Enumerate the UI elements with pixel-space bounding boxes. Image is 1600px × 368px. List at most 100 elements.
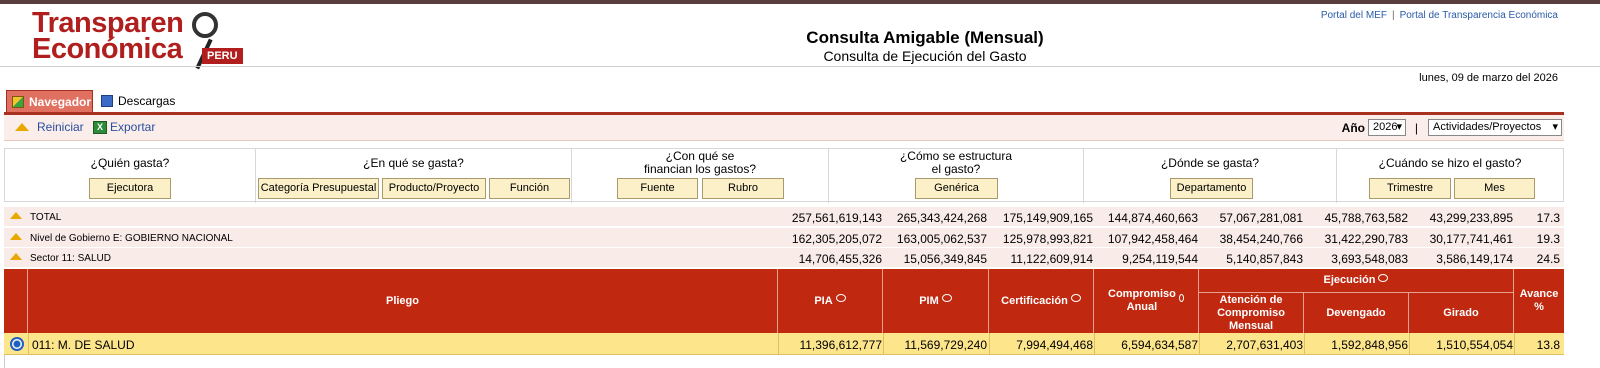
- question-que: ¿En qué se gasta? Categoría Presupuestal…: [256, 149, 572, 203]
- header-devengado[interactable]: Devengado: [1304, 293, 1409, 333]
- tab-descargas[interactable]: Descargas: [96, 90, 186, 112]
- row-cell: 2,707,631,403: [1226, 338, 1303, 352]
- header-ejecucion: Ejecución: [1199, 269, 1514, 293]
- monitor-icon: [101, 95, 113, 107]
- header-pia[interactable]: PIA: [778, 269, 883, 333]
- question-financian: ¿Con qué se financian los gastos? Fuente…: [572, 149, 829, 203]
- summary-row-label: Nivel de Gobierno E: GOBIERNO NACIONAL: [30, 233, 233, 244]
- portal-mef-link[interactable]: Portal del MEF: [1321, 10, 1387, 21]
- summary-cell: 257,561,619,143: [791, 211, 882, 225]
- summary-cell: 30,177,741,461: [1429, 232, 1513, 246]
- summary-cell: 11,122,609,914: [1010, 252, 1093, 266]
- generica-button[interactable]: Genérica: [915, 178, 998, 199]
- funcion-button[interactable]: Función: [489, 178, 570, 199]
- summary-cell: 175,149,909,165: [1002, 211, 1093, 225]
- info-bubble-icon[interactable]: [1070, 294, 1081, 302]
- question-que-title: ¿En qué se gasta?: [363, 156, 464, 170]
- question-panel: ¿Quién gasta? Ejecutora ¿En qué se gasta…: [4, 148, 1564, 203]
- summary-row-sector[interactable]: Sector 11: SALUD 14,706,455,326 15,056,3…: [4, 248, 1564, 268]
- current-date: lunes, 09 de marzo del 2026: [1419, 72, 1558, 84]
- reiniciar-link[interactable]: Reiniciar: [37, 120, 84, 134]
- summary-cell: 17.3: [1536, 211, 1560, 225]
- summary-cell: 162,305,205,072: [791, 232, 882, 246]
- header-pim-label: PIM: [919, 294, 939, 307]
- table-row[interactable]: 011: M. DE SALUD 11,396,612,777 11,569,7…: [4, 333, 1564, 355]
- summary-cell: 144,874,460,663: [1107, 211, 1198, 225]
- summary-cell: 57,067,281,081: [1219, 211, 1303, 225]
- header-certificacion[interactable]: Certificación: [989, 269, 1094, 333]
- excel-icon: X: [93, 121, 107, 134]
- collapse-icon[interactable]: [10, 212, 22, 219]
- tab-navegador-label: Navegador: [29, 95, 92, 109]
- info-bubble-icon[interactable]: [941, 294, 952, 302]
- portal-transparencia-link[interactable]: Portal de Transparencia Económica: [1400, 10, 1558, 21]
- header-devengado-label: Devengado: [1326, 306, 1386, 319]
- header-select-col: [4, 269, 28, 333]
- ejecutora-button[interactable]: Ejecutora: [89, 178, 171, 199]
- summary-row-label: Sector 11: SALUD: [30, 253, 111, 264]
- header-girado[interactable]: Girado: [1409, 293, 1514, 333]
- anio-select[interactable]: 2026: [1368, 119, 1406, 136]
- question-donde-title: ¿Dónde se gasta?: [1160, 156, 1260, 170]
- collapse-icon[interactable]: [10, 253, 22, 260]
- header-pim[interactable]: PIM: [883, 269, 989, 333]
- vista-select-value: Actividades/Proyectos: [1433, 121, 1542, 133]
- summary-cell: 38,454,240,766: [1219, 232, 1303, 246]
- row-cell: 1,510,554,054: [1436, 338, 1513, 352]
- summary-cell: 9,254,119,544: [1122, 252, 1198, 266]
- header-avance[interactable]: Avance %: [1514, 269, 1564, 333]
- row-radio-button[interactable]: [10, 337, 24, 351]
- row-pliego-label: 011: M. DE SALUD: [32, 338, 135, 352]
- header-divider: [0, 66, 1600, 67]
- header-compromiso[interactable]: Compromiso Anual: [1094, 269, 1199, 333]
- summary-row-total[interactable]: TOTAL 257,561,619,143 265,343,424,268 17…: [4, 207, 1564, 227]
- rubro-button[interactable]: Rubro: [702, 178, 784, 199]
- row-cell: 7,994,494,468: [1016, 338, 1093, 352]
- mes-button[interactable]: Mes: [1454, 178, 1535, 199]
- summary-row-nivel[interactable]: Nivel de Gobierno E: GOBIERNO NACIONAL 1…: [4, 228, 1564, 248]
- question-cuando: ¿Cuándo se hizo el gasto? Trimestre Mes: [1337, 149, 1563, 203]
- fuente-button[interactable]: Fuente: [617, 178, 698, 199]
- tab-descargas-label: Descargas: [118, 94, 176, 108]
- header-avance-label: Avance %: [1519, 288, 1559, 313]
- question-quien: ¿Quién gasta? Ejecutora: [5, 149, 256, 203]
- trimestre-button[interactable]: Trimestre: [1369, 178, 1451, 199]
- summary-cell: 5,140,857,843: [1226, 252, 1303, 266]
- table-continuation: [4, 355, 1564, 368]
- page-title: Consulta Amigable (Mensual): [806, 28, 1044, 47]
- tab-navegador[interactable]: Navegador: [6, 90, 93, 112]
- header-certificacion-label: Certificación: [1001, 294, 1068, 307]
- page-subtitle: Consulta de Ejecución del Gasto: [823, 48, 1027, 64]
- departamento-button[interactable]: Departamento: [1170, 178, 1253, 199]
- summary-cell: 265,343,424,268: [896, 211, 987, 225]
- question-financian-title: ¿Con qué se financian los gastos?: [643, 149, 757, 176]
- collapse-icon[interactable]: [10, 233, 22, 240]
- producto-proyecto-button[interactable]: Producto/Proyecto: [382, 178, 486, 199]
- anio-select-value: 2026: [1373, 121, 1398, 133]
- summary-cell: 3,586,149,174: [1436, 252, 1513, 266]
- top-links: Portal del MEF | Portal de Transparencia E…: [1321, 10, 1558, 21]
- summary-cell: 45,788,763,582: [1324, 211, 1408, 225]
- question-donde: ¿Dónde se gasta? Departamento: [1084, 149, 1337, 203]
- question-cuando-title: ¿Cuándo se hizo el gasto?: [1378, 156, 1522, 170]
- exportar-link[interactable]: Exportar: [110, 120, 155, 134]
- question-estructura-title: ¿Cómo se estructura el gasto?: [899, 149, 1013, 176]
- categoria-presupuestal-button[interactable]: Categoría Presupuestal: [258, 178, 379, 199]
- summary-row-label: TOTAL: [30, 212, 62, 223]
- info-bubble-icon[interactable]: [1178, 294, 1184, 302]
- info-bubble-icon[interactable]: [1378, 273, 1389, 282]
- summary-cell: 15,056,349,845: [903, 252, 987, 266]
- table-header: Pliego PIA PIM Certificación Compromiso …: [4, 269, 1564, 333]
- row-cell: 11,396,612,777: [799, 338, 882, 352]
- link-separator: |: [1391, 10, 1395, 21]
- header-ejecucion-label: Ejecución: [1323, 274, 1376, 286]
- summary-cell: 19.3: [1536, 232, 1560, 246]
- info-bubble-icon[interactable]: [835, 294, 846, 302]
- header-compromiso-label: Compromiso Anual: [1108, 288, 1176, 313]
- row-cell: 11,569,729,240: [904, 338, 987, 352]
- header-pliego[interactable]: Pliego: [28, 269, 778, 333]
- toolbar-pipe: |: [1414, 121, 1418, 135]
- cube-icon: [12, 96, 24, 108]
- header-atencion[interactable]: Atención de Compromiso Mensual: [1199, 293, 1304, 333]
- vista-select[interactable]: Actividades/Proyectos: [1428, 119, 1562, 136]
